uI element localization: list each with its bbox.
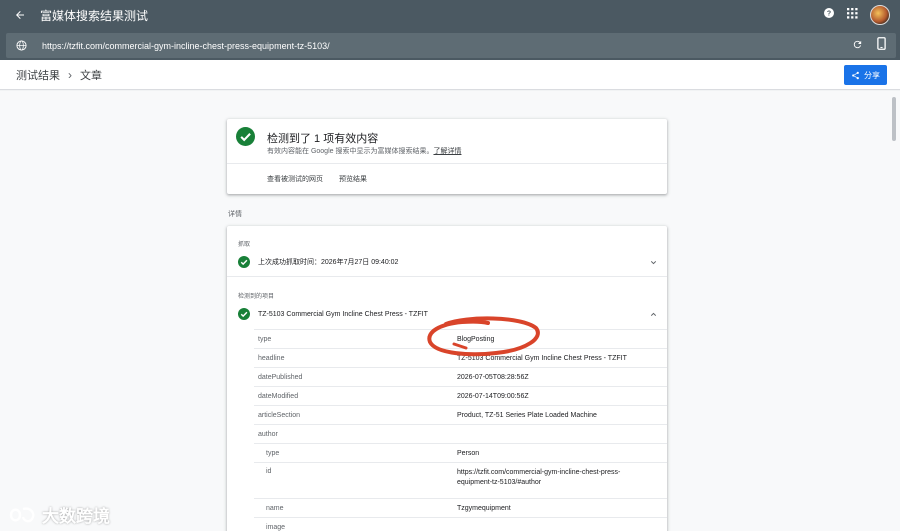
summary-card: 检测到了 1 项有效内容 有效内容能在 Google 搜索中显示为富媒体搜索结果… <box>227 119 667 194</box>
author-property-row: id https://tzfit.com/commercial-gym-incli… <box>254 462 667 498</box>
refresh-icon <box>853 40 862 48</box>
results-content: 检测到了 1 项有效内容 有效内容能在 Google 搜索中显示为富媒体搜索结果… <box>0 91 900 531</box>
property-key: dateModified <box>258 392 299 400</box>
property-key: datePublished <box>258 373 303 381</box>
share-button[interactable]: 分享 <box>844 65 887 85</box>
property-row: headline TZ-5103 Commercial Gym Incline C… <box>254 348 667 367</box>
scrollbar[interactable] <box>892 97 896 141</box>
chevron-down-icon[interactable] <box>649 258 658 267</box>
details-card: 抓取 上次成功抓取时间：2026年7月27日 09:40:02 检测到的项目 T… <box>227 226 667 531</box>
property-value: 2026-07-05T08:28:56Z <box>457 373 529 381</box>
property-key: type <box>266 449 280 457</box>
help-button[interactable]: ? <box>823 6 835 24</box>
view-tested-page-link[interactable]: 查看被测试的网页 <box>267 174 323 184</box>
share-label: 分享 <box>864 70 880 80</box>
globe-icon <box>6 40 36 51</box>
url-box[interactable]: https://tzfit.com/commercial-gym-incline… <box>6 33 896 58</box>
property-key: image <box>266 523 286 531</box>
detected-item-title: TZ-5103 Commercial Gym Incline Chest Pre… <box>258 310 428 318</box>
watermark-text: 大数跨境 <box>42 507 110 526</box>
svg-text:?: ? <box>827 11 831 18</box>
property-key: id <box>266 468 272 475</box>
property-value: Product, TZ-51 Series Plate Loaded Machi… <box>457 411 597 419</box>
url-bar: https://tzfit.com/commercial-gym-incline… <box>0 30 900 60</box>
refresh-button[interactable] <box>852 37 863 55</box>
property-value: 2026-07-14T09:00:56Z <box>457 392 529 400</box>
chevron-right-icon: › <box>68 67 72 82</box>
chevron-up-icon[interactable] <box>649 310 658 319</box>
crawl-status-text: 上次成功抓取时间：2026年7月27日 09:40:02 <box>258 259 399 266</box>
author-property-row: image <box>254 517 667 531</box>
breadcrumb: 测试结果 › 文章 <box>16 67 102 83</box>
crawl-check-icon <box>238 256 250 268</box>
property-row: dateModified 2026-07-14T09:00:56Z <box>254 386 667 405</box>
property-row: type BlogPosting <box>254 329 667 348</box>
author-property-row: name Tzgymequipment <box>254 498 667 517</box>
item-check-icon <box>238 308 250 320</box>
preview-results-link[interactable]: 预览结果 <box>339 174 367 184</box>
details-label: 详情 <box>228 211 242 218</box>
detected-item-row[interactable]: TZ-5103 Commercial Gym Incline Chest Pre… <box>238 308 658 320</box>
property-key: headline <box>258 354 285 362</box>
crawl-section-label: 抓取 <box>238 242 251 248</box>
property-value: TZ-5103 Commercial Gym Incline Chest Pre… <box>457 354 627 362</box>
watermark: 大数跨境 <box>8 502 110 527</box>
property-row: author <box>254 424 667 443</box>
property-key: author <box>258 430 278 438</box>
help-icon: ? <box>824 8 834 18</box>
property-key: articleSection <box>258 411 301 419</box>
summary-heading: 检测到了 1 项有效内容 <box>267 133 379 145</box>
property-value: Person <box>457 449 480 457</box>
learn-more-link[interactable]: 了解详情 <box>433 148 461 155</box>
property-value: BlogPosting <box>457 335 495 343</box>
summary-subtext-body: 有效内容能在 Google 搜索中显示为富媒体搜索结果。 <box>267 148 434 155</box>
title-bar: 富媒体搜索结果测试 ? <box>0 0 900 30</box>
property-row: articleSection Product, TZ-51 Series Plat… <box>254 405 667 424</box>
crawl-status-row[interactable]: 上次成功抓取时间：2026年7月27日 09:40:02 <box>238 256 658 268</box>
author-property-row: type Person <box>254 443 667 462</box>
share-icon <box>852 71 859 79</box>
summary-subtext: 有效内容能在 Google 搜索中显示为富媒体搜索结果。了解详情 <box>267 146 461 156</box>
divider <box>227 163 667 164</box>
back-button[interactable] <box>0 0 40 30</box>
detected-items-label: 检测到的项目 <box>238 294 275 300</box>
property-value: Tzgymequipment <box>457 504 511 512</box>
property-value: https://tzfit.com/commercial-gym-incline… <box>457 469 621 486</box>
apps-grid-icon <box>847 8 858 19</box>
property-key: type <box>258 335 272 343</box>
window-title: 富媒体搜索结果测试 <box>40 8 149 23</box>
divider <box>227 276 667 277</box>
breadcrumb-current: 文章 <box>80 69 102 82</box>
valid-check-icon <box>236 127 255 146</box>
arrow-back-icon <box>16 11 24 19</box>
smartphone-icon <box>877 36 886 50</box>
tested-url: https://tzfit.com/commercial-gym-incline… <box>42 40 330 51</box>
apps-button[interactable] <box>847 6 858 24</box>
mobile-view-button[interactable] <box>877 36 886 55</box>
property-row: datePublished 2026-07-05T08:28:56Z <box>254 367 667 386</box>
property-key: name <box>266 504 284 512</box>
page-header: 测试结果 › 文章 分享 <box>0 60 900 90</box>
account-avatar[interactable] <box>870 5 890 25</box>
breadcrumb-test-results[interactable]: 测试结果 <box>16 67 60 83</box>
watermark-logo-icon <box>9 506 35 522</box>
